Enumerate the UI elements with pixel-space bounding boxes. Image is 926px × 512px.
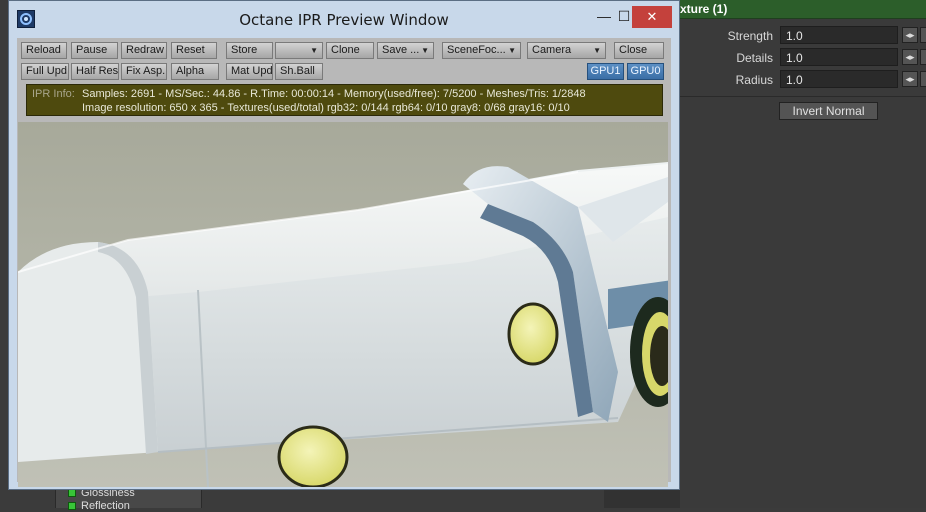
invert-normal-button[interactable]: Invert Normal (779, 102, 878, 120)
pause-button[interactable]: Pause (71, 42, 118, 59)
camera-select-label: Camera (532, 44, 572, 56)
clone-button[interactable]: Clone (326, 42, 374, 59)
details-row: Details 1.0 ◂▸ (680, 48, 926, 68)
save-select[interactable]: Save ... ▼ (377, 42, 434, 59)
reset-button[interactable]: Reset (171, 42, 217, 59)
window-title: Octane IPR Preview Window (239, 11, 449, 29)
gpu0-toggle[interactable]: GPU0 (627, 63, 664, 80)
camera-select[interactable]: Camera ▼ (527, 42, 606, 59)
divider (680, 96, 926, 97)
save-select-label: Save ... (382, 44, 420, 56)
radius-row: Radius 1.0 ◂▸ (680, 70, 926, 90)
details-field[interactable]: 1.0 (780, 48, 898, 66)
ipr-info-tag: IPR Info: (32, 88, 75, 100)
texture-stats-line: Image resolution: 650 x 365 - Textures(u… (82, 102, 570, 114)
reload-button[interactable]: Reload (21, 42, 67, 59)
redraw-button[interactable]: Redraw (121, 42, 167, 59)
details-envelope-button[interactable] (920, 49, 926, 65)
render-stats-line: Samples: 2691 - MS/Sec.: 44.86 - R.Time:… (82, 88, 586, 100)
shader-ball-button[interactable]: Sh.Ball (275, 63, 323, 80)
gpu1-toggle[interactable]: GPU1 (587, 63, 624, 80)
ipr-info-bar: IPR Info: Samples: 2691 - MS/Sec.: 44.86… (26, 84, 663, 116)
node-connector-icon (68, 502, 76, 511)
octane-ipr-window: Octane IPR Preview Window — ☐ ✕ Reload P… (8, 0, 680, 490)
chevron-down-icon: ▼ (421, 46, 429, 55)
render-image (18, 122, 668, 487)
chevron-down-icon: ▼ (310, 46, 318, 55)
scene-focus-select[interactable]: SceneFoc... ▼ (442, 42, 521, 59)
node-label: Reflection (81, 500, 130, 512)
node-item-reflection[interactable]: Reflection (68, 500, 130, 512)
details-label: Details (736, 51, 773, 65)
strength-envelope-button[interactable] (920, 27, 926, 43)
host-properties-panel: xture (1) Strength 1.0 ◂▸ Details 1.0 ◂▸… (680, 0, 926, 508)
full-update-button[interactable]: Full Upd. (21, 63, 69, 80)
host-background-gutter (604, 488, 680, 508)
panel-header: xture (1) (680, 0, 926, 19)
half-res-button[interactable]: Half Res (71, 63, 119, 80)
material-update-button[interactable]: Mat Upd (226, 63, 273, 80)
chevron-down-icon: ▼ (508, 46, 516, 55)
close-button[interactable]: ✕ (632, 6, 672, 28)
panel-title: xture (1) (680, 2, 728, 16)
node-list: Glossiness Reflection (55, 487, 202, 512)
store-slot-select[interactable]: ▼ (275, 42, 323, 59)
alpha-button[interactable]: Alpha (171, 63, 219, 80)
render-viewport[interactable] (18, 122, 668, 487)
title-bar[interactable]: Octane IPR Preview Window — ☐ ✕ (9, 1, 679, 37)
fix-aspect-button[interactable]: Fix Asp. (121, 63, 167, 80)
scene-focus-label: SceneFoc... (447, 44, 506, 56)
close-ipr-button[interactable]: Close (614, 42, 664, 59)
strength-row: Strength 1.0 ◂▸ (680, 26, 926, 46)
strength-field[interactable]: 1.0 (780, 26, 898, 44)
radius-envelope-button[interactable] (920, 71, 926, 87)
details-spinner-icon[interactable]: ◂▸ (902, 49, 918, 65)
node-connector-icon (68, 489, 76, 498)
window-client-area: Reload Pause Redraw Reset Store ▼ Clone … (17, 38, 671, 487)
strength-spinner-icon[interactable]: ◂▸ (902, 27, 918, 43)
radius-label: Radius (735, 73, 773, 87)
radius-spinner-icon[interactable]: ◂▸ (902, 71, 918, 87)
strength-label: Strength (727, 29, 773, 43)
radius-field[interactable]: 1.0 (780, 70, 898, 88)
chevron-down-icon: ▼ (593, 46, 601, 55)
store-button[interactable]: Store (226, 42, 273, 59)
